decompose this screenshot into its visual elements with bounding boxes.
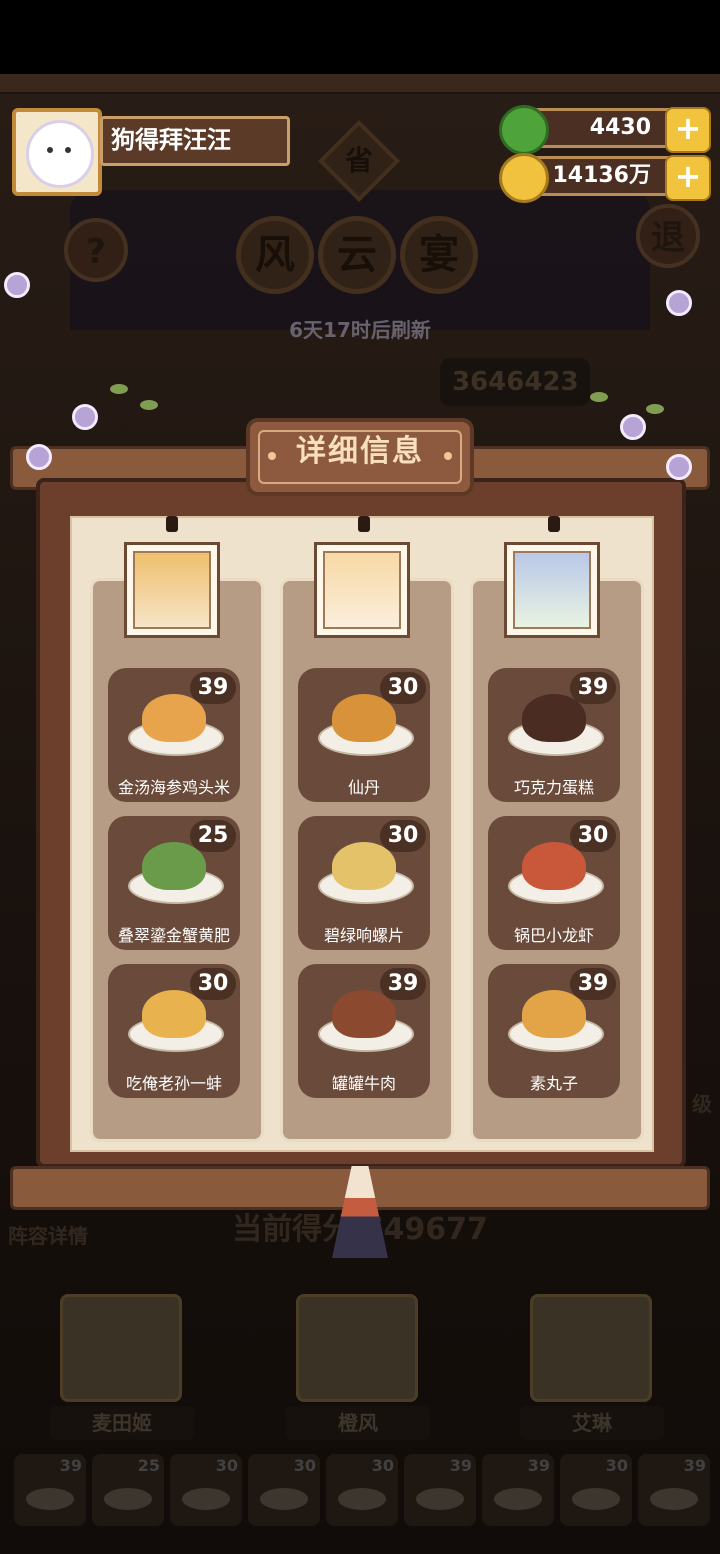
chef-portrait-3[interactable]	[504, 542, 600, 638]
dish-name: 罐罐牛肉	[331, 1074, 396, 1093]
dish-count: 39	[190, 672, 236, 704]
avatar-frame[interactable]	[12, 108, 102, 196]
dish-count: 30	[570, 820, 616, 852]
flower-decoration	[26, 444, 52, 470]
dish-name: 金汤海参鸡头米	[117, 778, 230, 797]
dish-name: 巧克力蛋糕	[513, 778, 594, 797]
dish-card[interactable]: 30 碧绿响螺片	[298, 816, 430, 950]
dish-card[interactable]: 39 金汤海参鸡头米	[108, 668, 240, 802]
dish-count: 30	[190, 968, 236, 1000]
player-name: 狗得拜汪汪	[100, 116, 290, 166]
status-bar-area	[0, 0, 720, 74]
dish-card[interactable]: 39 罐罐牛肉	[298, 964, 430, 1098]
dish-name: 锅巴小龙虾	[513, 926, 594, 945]
dish-name: 素丸子	[529, 1074, 578, 1093]
dish-card[interactable]: 39 巧克力蛋糕	[488, 668, 620, 802]
gold-coin-icon	[499, 153, 549, 203]
dish-name: 碧绿响螺片	[323, 926, 404, 945]
coin-amount: 14136万	[552, 163, 651, 188]
dish-count: 25	[190, 820, 236, 852]
dish-card[interactable]: 39 素丸子	[488, 964, 620, 1098]
dish-name: 叠翠鎏金蟹黄肥	[117, 926, 230, 945]
modal-title-plate: 详细信息	[246, 418, 474, 496]
dish-count: 39	[570, 968, 616, 1000]
add-apple-button[interactable]: +	[665, 107, 711, 153]
add-coin-button[interactable]: +	[665, 155, 711, 201]
dish-card[interactable]: 25 叠翠鎏金蟹黄肥	[108, 816, 240, 950]
flower-decoration	[620, 414, 646, 440]
flower-decoration	[4, 272, 30, 298]
currency-apple: 4430 +	[499, 105, 711, 155]
flower-decoration	[72, 404, 98, 430]
dish-name: 吃俺老孙一蚌	[125, 1074, 222, 1093]
chef-portrait-1[interactable]	[124, 542, 220, 638]
flower-decoration	[666, 454, 692, 480]
dish-card[interactable]: 30 仙丹	[298, 668, 430, 802]
dish-name: 仙丹	[347, 778, 380, 797]
dish-count: 30	[380, 672, 426, 704]
dish-card[interactable]: 30 锅巴小龙虾	[488, 816, 620, 950]
apple-amount: 4430	[589, 115, 651, 140]
green-apple-icon	[499, 105, 549, 155]
currency-coin: 14136万 +	[499, 153, 711, 203]
avatar	[26, 120, 94, 188]
chef-portrait-2[interactable]	[314, 542, 410, 638]
flower-decoration	[666, 290, 692, 316]
dish-card[interactable]: 30 吃俺老孙一蚌	[108, 964, 240, 1098]
dish-count: 30	[380, 820, 426, 852]
modal-title: 详细信息	[296, 434, 424, 469]
dish-count: 39	[380, 968, 426, 1000]
dish-count: 39	[570, 672, 616, 704]
